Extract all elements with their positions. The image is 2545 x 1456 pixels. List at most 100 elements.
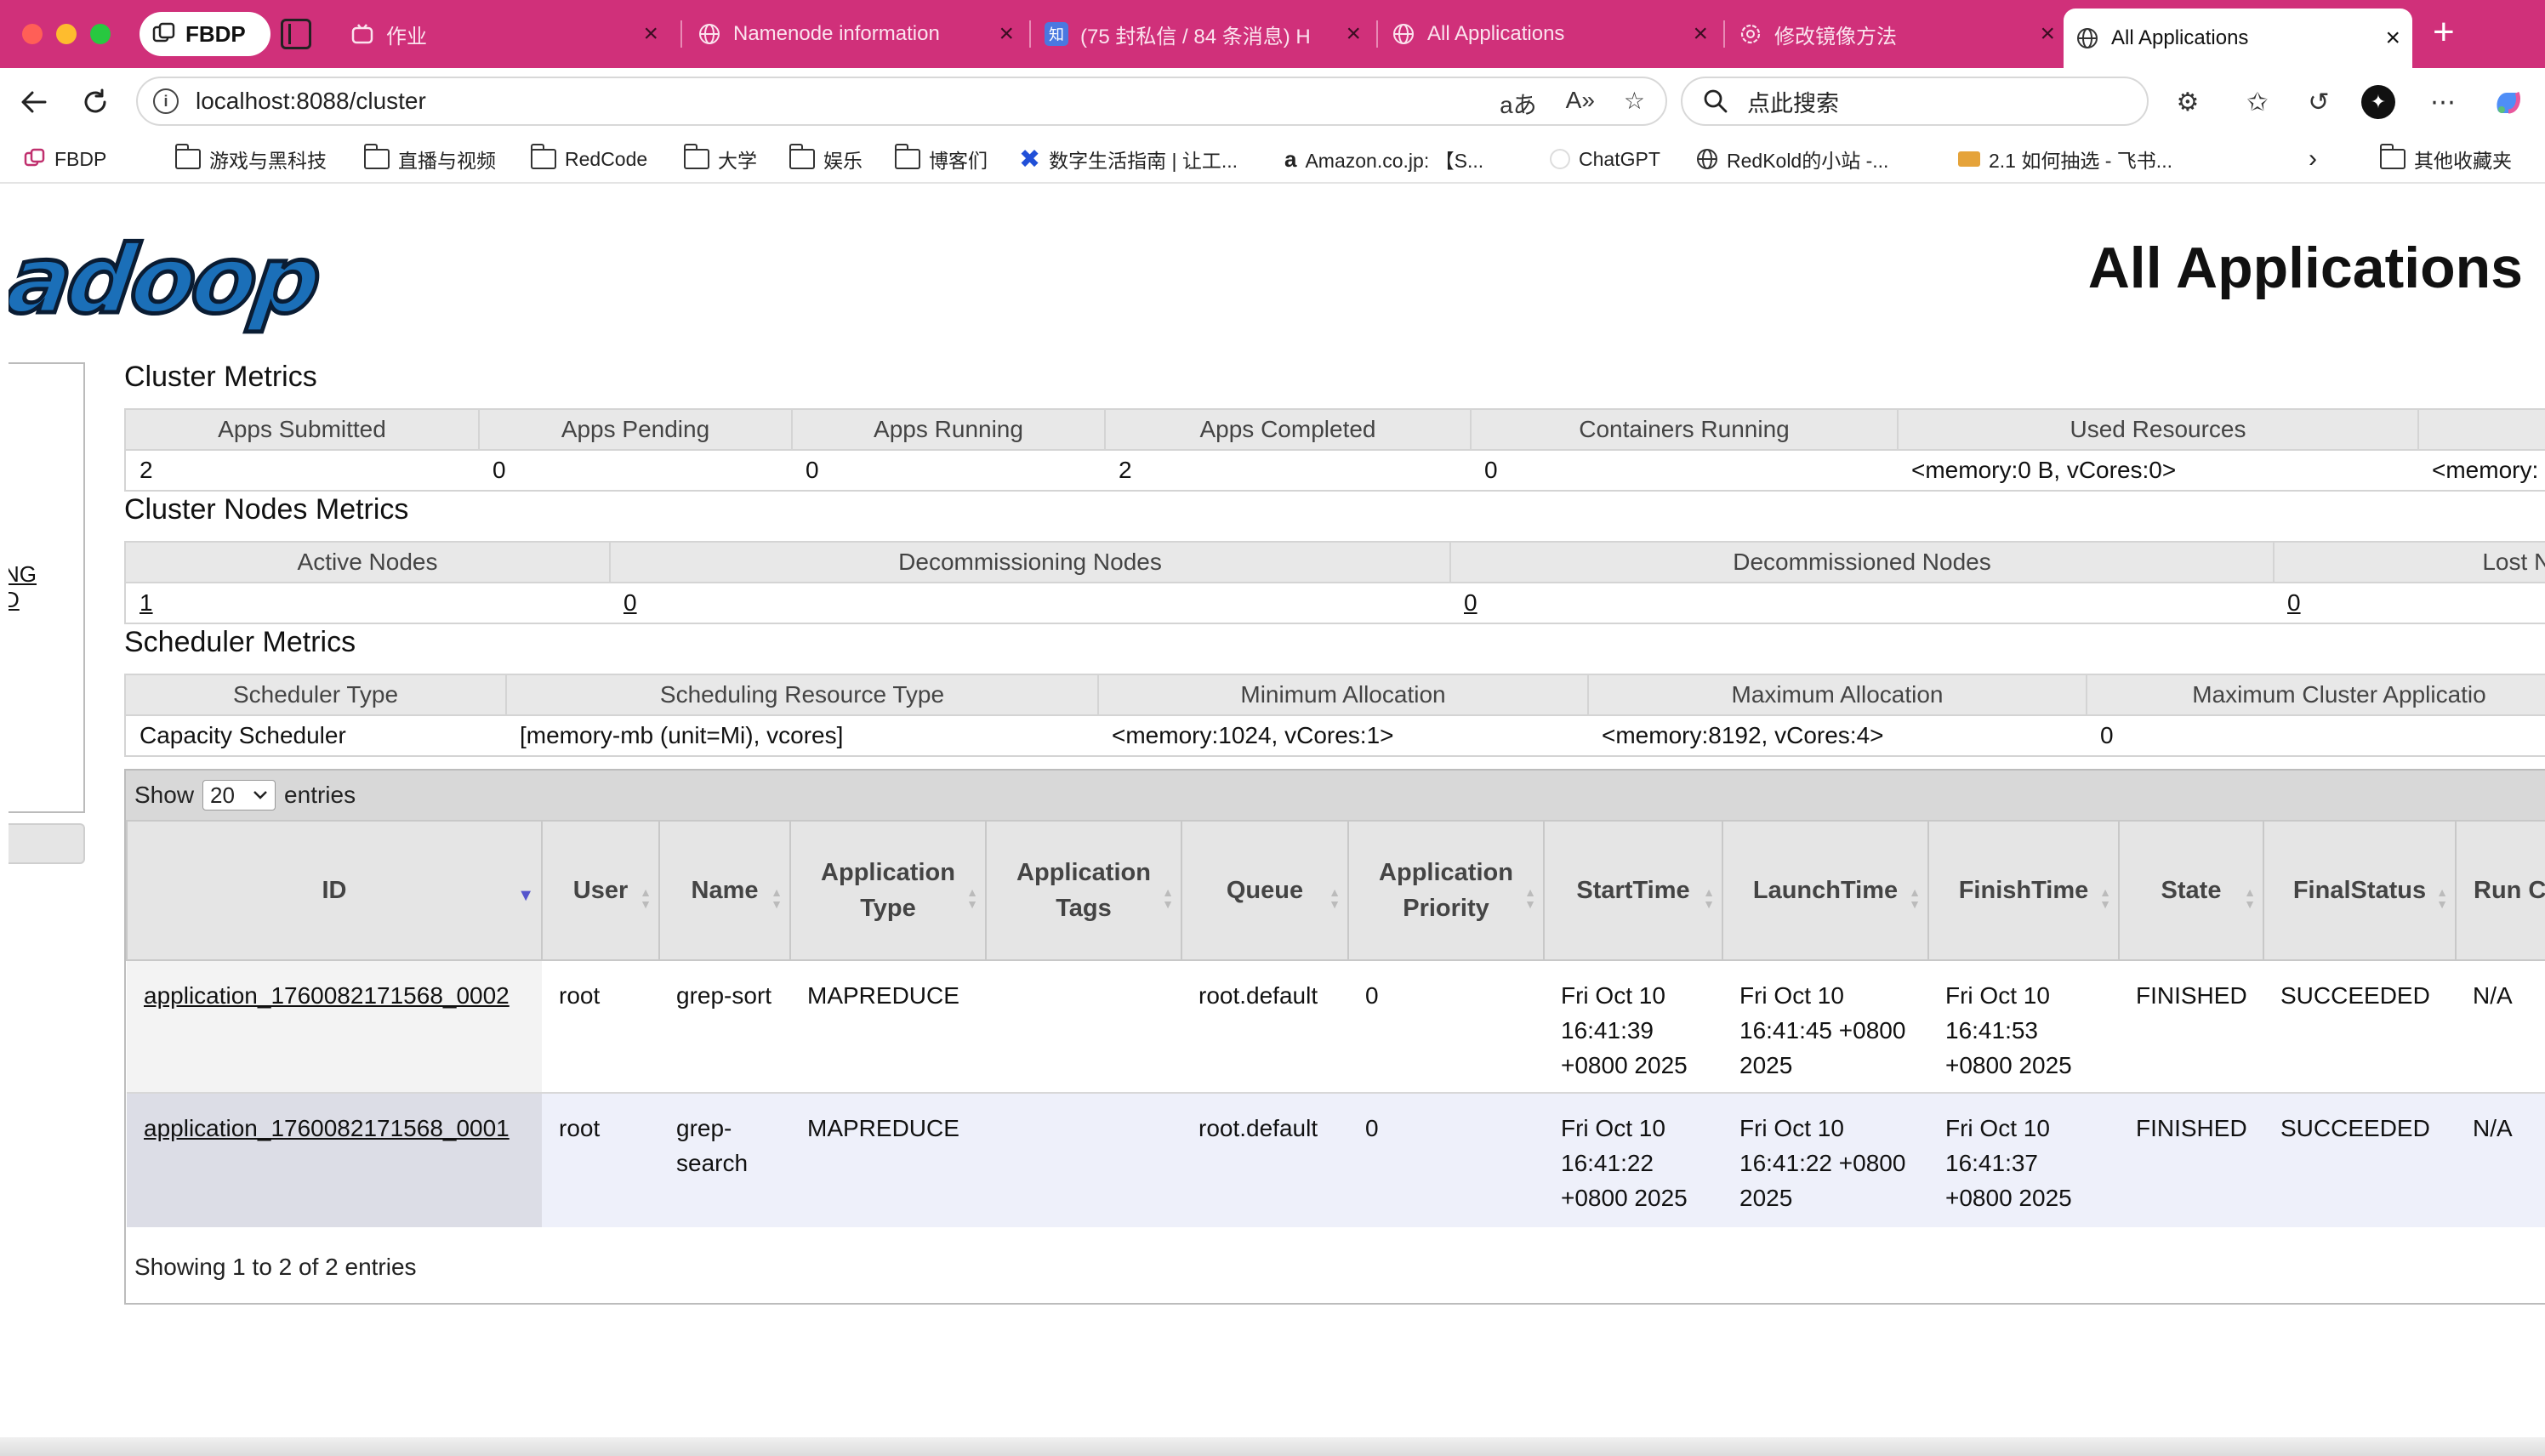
name-cell: grep-search	[659, 1093, 790, 1227]
bookmark-folder-redcode[interactable]: RedCode	[530, 143, 647, 175]
tab-homework[interactable]: 作业 ×	[339, 9, 670, 60]
bookmark-feishu[interactable]: 2.1 如何抽选 - 飞书...	[1958, 143, 2172, 175]
sidebar-link-finished[interactable]: D	[9, 587, 20, 613]
bookmark-folder-blogs[interactable]: 博客们	[894, 143, 988, 175]
running-containers-cell: N/A	[2456, 1093, 2545, 1227]
finish-time-cell: Fri Oct 10 16:41:37 +0800 2025	[1928, 1093, 2119, 1227]
column-header-launchtime[interactable]: LaunchTime ▲ ▼	[1722, 820, 1929, 961]
sort-icon: ▲ ▼	[640, 885, 652, 911]
minimize-window-button[interactable]	[56, 24, 77, 44]
ticket-icon	[1958, 151, 1980, 167]
translate-icon[interactable]: aあ	[1500, 87, 1537, 121]
column-header-user[interactable]: User ▲ ▼	[541, 820, 660, 961]
read-aloud-icon[interactable]: A»	[1566, 87, 1595, 121]
bookmark-fbdp[interactable]: FBDP	[24, 143, 106, 175]
folder-icon	[530, 144, 556, 169]
column-header: Containers Running	[1470, 408, 1899, 451]
tab-separator	[1029, 20, 1031, 48]
close-tab-icon[interactable]: ×	[643, 20, 658, 48]
tab-bar: FBDP 作业 × Namenode information × 知 (75 封…	[0, 0, 2545, 68]
tab-all-applications-active[interactable]: All Applications ×	[2064, 9, 2412, 68]
column-header-application-priority[interactable]: Application Priority ▲ ▼	[1347, 820, 1545, 961]
sidebar-toggle-button[interactable]	[9, 823, 85, 864]
search-box[interactable]: 点此搜索	[1681, 77, 2149, 126]
running-containers-cell: N/A	[2456, 960, 2545, 1094]
minimum-allocation-value: <memory:1024, vCores:1>	[1098, 714, 1588, 757]
column-header-finishtime[interactable]: FinishTime ▲ ▼	[1927, 820, 2120, 961]
max-cluster-application-priority-value: 0	[2087, 714, 2545, 757]
close-tab-icon[interactable]: ×	[1693, 20, 1708, 48]
back-button[interactable]	[15, 83, 53, 121]
sort-icon: ▲ ▼	[1524, 885, 1536, 911]
tab-namenode[interactable]: Namenode information ×	[686, 9, 1026, 60]
chatgpt-icon	[1550, 149, 1570, 169]
favorites-icon[interactable]: ✩	[2240, 85, 2275, 119]
entries-select[interactable]: 20	[202, 780, 276, 810]
bookmark-amazon[interactable]: a Amazon.co.jp: 【S...	[1284, 143, 1483, 175]
bilibili-icon	[350, 22, 374, 46]
close-tab-icon[interactable]: ×	[2040, 20, 2055, 48]
scheduler-metrics-table: Scheduler Type Scheduling Resource Type …	[124, 674, 2545, 757]
reload-button[interactable]	[77, 83, 114, 121]
bookmark-folder-other[interactable]: 其他收藏夹	[2379, 143, 2512, 175]
column-header-finalstatus[interactable]: FinalStatus ▲ ▼	[2263, 820, 2457, 961]
decommissioned-nodes-link[interactable]: 0	[1464, 589, 1477, 616]
application-id-link[interactable]: application_1760082171568_0001	[144, 1115, 510, 1141]
finish-time-cell: Fri Oct 10 16:41:53 +0800 2025	[1928, 960, 2119, 1094]
table-header-row: ID ▼ User ▲ ▼ Name ▲ ▼ Application Type ▲ ▼ App…	[126, 820, 2545, 961]
tab-all-applications-1[interactable]: All Applications ×	[1380, 9, 1720, 60]
tab-title: All Applications	[1427, 22, 1565, 45]
more-menu-icon[interactable]: ⋯	[2426, 85, 2460, 119]
site-info-icon[interactable]: i	[153, 88, 179, 114]
column-header-queue[interactable]: Queue ▲ ▼	[1181, 820, 1349, 961]
close-window-button[interactable]	[22, 24, 43, 44]
address-bar[interactable]: i localhost:8088/cluster aあ A» ☆	[136, 77, 1667, 126]
user-cell: root	[542, 1093, 659, 1227]
column-header-state[interactable]: State ▲ ▼	[2118, 820, 2264, 961]
arrow-left-icon	[21, 91, 47, 113]
tab-title: 修改镜像方法	[1774, 25, 1897, 48]
copilot-icon[interactable]	[2491, 85, 2525, 119]
star-icon[interactable]: ☆	[1624, 87, 1645, 121]
tab-zhihu[interactable]: 知 (75 封私信 / 84 条消息) H ×	[1033, 9, 1373, 60]
extensions-icon[interactable]: ⚙	[2171, 85, 2205, 119]
close-tab-icon[interactable]: ×	[999, 20, 1014, 48]
bookmark-folder-games[interactable]: 游戏与黑科技	[174, 143, 327, 175]
tab-actions-icon[interactable]	[281, 19, 311, 49]
bookmark-redkold[interactable]: RedKold的小站 -...	[1696, 143, 1888, 175]
url-text[interactable]: localhost:8088/cluster	[196, 88, 426, 115]
column-header-id[interactable]: ID ▼	[126, 820, 543, 961]
bookmarks-overflow-chevron-icon[interactable]: ›	[2309, 143, 2317, 175]
show-label: Show	[134, 782, 195, 808]
bookmark-folder-entertainment[interactable]: 娱乐	[789, 143, 863, 175]
column-header-name[interactable]: Name ▲ ▼	[658, 820, 791, 961]
profile-button[interactable]: FBDP	[139, 12, 270, 56]
column-header-application-tags[interactable]: Application Tags ▲ ▼	[985, 820, 1182, 961]
folder-icon	[2379, 144, 2406, 169]
bookmark-folder-live[interactable]: 直播与视频	[363, 143, 496, 175]
zoom-window-button[interactable]	[90, 24, 111, 44]
application-id-link[interactable]: application_1760082171568_0002	[144, 982, 510, 1009]
sidebar-link-running[interactable]: NG	[9, 561, 37, 588]
lost-nodes-link[interactable]: 0	[2287, 589, 2301, 616]
launch-time-cell: Fri Oct 10 16:41:22 +0800 2025	[1722, 1093, 1928, 1227]
column-header: Minimum Allocation	[1097, 674, 1589, 716]
bookmark-folder-university[interactable]: 大学	[683, 143, 757, 175]
avatar[interactable]: ✦	[2361, 85, 2395, 119]
close-tab-icon[interactable]: ×	[1346, 20, 1361, 48]
page-viewport: adoop All Applications NG D Cluster Metr…	[9, 184, 2545, 1447]
tab-chatgpt[interactable]: 修改镜像方法 ×	[1727, 9, 2067, 60]
name-cell: grep-sort	[659, 960, 790, 1094]
bookmark-sspai[interactable]: ✖ 数字生活指南 | 让工...	[1019, 143, 1238, 175]
close-tab-icon[interactable]: ×	[2385, 24, 2400, 53]
column-header-starttime[interactable]: StartTime ▲ ▼	[1543, 820, 1723, 961]
column-header-running-containers[interactable]: Run Cont	[2455, 820, 2545, 961]
new-tab-button[interactable]: +	[2433, 14, 2455, 51]
decommissioning-nodes-link[interactable]: 0	[623, 589, 637, 616]
column-header-application-type[interactable]: Application Type ▲ ▼	[789, 820, 987, 961]
history-icon[interactable]: ↺	[2302, 85, 2336, 119]
active-nodes-link[interactable]: 1	[139, 589, 153, 616]
bookmark-chatgpt[interactable]: ChatGPT	[1550, 143, 1660, 175]
apps-pending-value: 0	[479, 449, 792, 492]
column-header: Lost Node	[2273, 541, 2545, 583]
